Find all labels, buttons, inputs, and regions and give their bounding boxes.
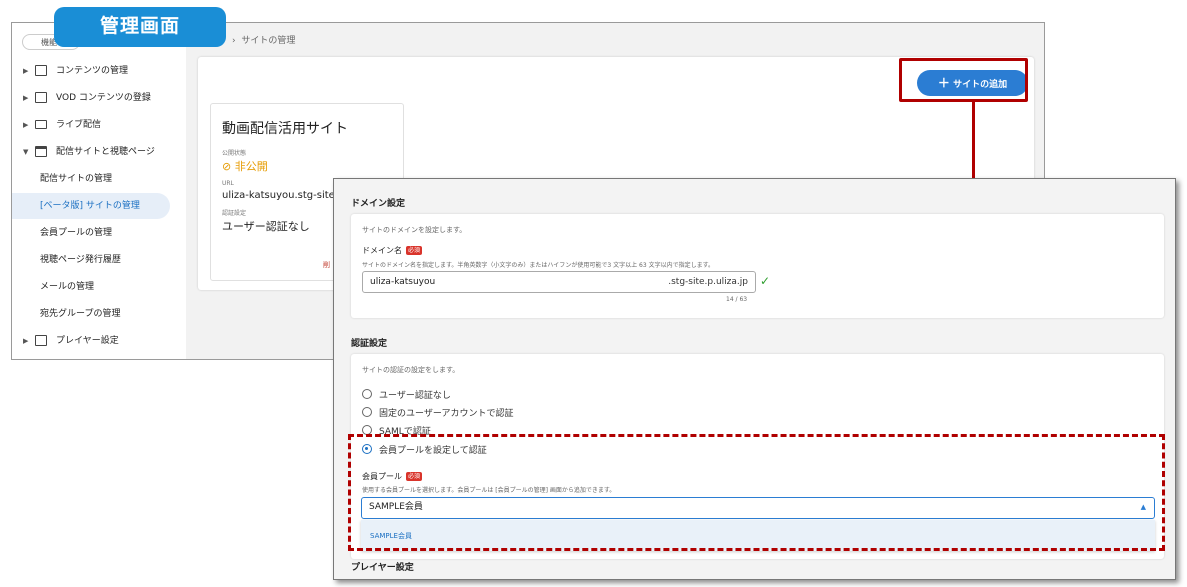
admin-screen-badge: 管理画面 [54, 7, 226, 47]
video-camera-icon [35, 120, 47, 129]
sidebar-item-label: [ベータ版] サイトの管理 [40, 201, 140, 211]
player-settings-icon [35, 335, 47, 346]
chevron-right-icon: ▶ [23, 67, 29, 75]
player-section-title: プレイヤー設定 [351, 563, 414, 573]
sidebar: 機能 ▶ コンテンツの管理 ▶ VOD コンテンツの登録 ▶ ライブ配信 ▼ 配… [12, 23, 186, 359]
domain-field-label: ドメイン名 必須 [362, 245, 423, 256]
sidebar-item-label: 配信サイトの管理 [40, 174, 113, 184]
sidebar-item-label: メールの管理 [40, 282, 95, 292]
domain-suffix: .stg-site.p.uliza.jp [668, 277, 748, 287]
highlight-dashed-box [348, 434, 1165, 551]
breadcrumb: › サイトの管理 [232, 33, 295, 46]
auth-description: サイトの認証の設定をします。 [362, 366, 460, 374]
radio-label: 固定のユーザーアカウントで認証 [379, 409, 514, 419]
url-value: uliza-katsuyou.stg-site.p [222, 190, 345, 201]
domain-section-title: ドメイン設定 [351, 199, 406, 209]
radio-unchecked-icon [362, 389, 372, 399]
status-label: 公開状態 [222, 150, 247, 157]
highlight-outline [899, 58, 1028, 102]
sidebar-item-label: ライブ配信 [56, 120, 102, 130]
domain-panel: サイトのドメインを設定します。 ドメイン名 必須 サイトのドメイン名を指定します。… [351, 214, 1164, 318]
play-box-icon [35, 65, 47, 76]
chevron-right-icon: › [232, 36, 236, 46]
sidebar-item-label: 宛先グループの管理 [40, 309, 121, 319]
status-value: 非公開 [234, 160, 268, 173]
radio-label: ユーザー認証なし [379, 391, 451, 401]
sidebar-item-label: プレイヤー設定 [56, 336, 119, 346]
auth-value: ユーザー認証なし [222, 220, 310, 233]
domain-input-value: uliza-katsuyou [370, 277, 436, 287]
sidebar-item-live[interactable]: ▶ ライブ配信 [12, 112, 186, 138]
check-icon: ✓ [760, 274, 771, 288]
sidebar-item-beta-site-management[interactable]: [ベータ版] サイトの管理 [12, 193, 170, 219]
sidebar-item-recipient-groups[interactable]: 宛先グループの管理 [12, 301, 170, 327]
auth-label: 認証設定 [222, 210, 247, 217]
chevron-right-icon: ▶ [23, 337, 29, 345]
site-title: 動画配信活用サイト [222, 121, 348, 137]
radio-unchecked-icon [362, 407, 372, 417]
sidebar-item-label: 視聴ページ発行履歴 [40, 255, 121, 265]
add-box-icon [35, 92, 47, 103]
chevron-right-icon: ▶ [23, 94, 29, 102]
web-page-icon [35, 146, 47, 157]
delete-link[interactable]: 削 [323, 260, 330, 270]
chevron-down-icon: ▼ [23, 148, 29, 156]
domain-description: サイトのドメインを設定します。 [362, 226, 467, 234]
breadcrumb-current: サイトの管理 [241, 36, 296, 46]
sidebar-item-label: 配信サイトと視聴ページ [56, 147, 155, 157]
domain-label-text: ドメイン名 [362, 246, 402, 255]
sidebar-item-delivery-site-management[interactable]: 配信サイトの管理 [12, 166, 170, 192]
site-settings-window: ドメイン設定 サイトのドメインを設定します。 ドメイン名 必須 サイトのドメイン名… [333, 178, 1176, 580]
sidebar-item-sites-and-pages[interactable]: ▼ 配信サイトと視聴ページ [12, 139, 186, 165]
domain-hint: サイトのドメイン名を指定します。半角英数字（小文字のみ）またはハイフンが使用可能… [362, 262, 714, 269]
sidebar-item-label: コンテンツの管理 [56, 66, 129, 76]
url-label: URL [222, 180, 234, 187]
sidebar-item-content-management[interactable]: ▶ コンテンツの管理 [12, 58, 186, 84]
sidebar-item-vod-registration[interactable]: ▶ VOD コンテンツの登録 [12, 85, 186, 111]
char-counter: 14 / 63 [726, 296, 748, 303]
chevron-right-icon: ▶ [23, 121, 29, 129]
sidebar-item-view-page-history[interactable]: 視聴ページ発行履歴 [12, 247, 170, 273]
sidebar-item-label: 会員プールの管理 [40, 228, 113, 238]
sidebar-item-mail[interactable]: メールの管理 [12, 274, 170, 300]
sidebar-item-player-settings[interactable]: ▶ プレイヤー設定 [12, 328, 186, 354]
required-badge: 必須 [406, 246, 423, 255]
sidebar-item-label: VOD コンテンツの登録 [56, 93, 151, 103]
status-badge: ⊘ 非公開 [222, 158, 268, 174]
sidebar-item-member-pool[interactable]: 会員プールの管理 [12, 220, 170, 246]
auth-section-title: 認証設定 [351, 339, 388, 349]
domain-input[interactable]: uliza-katsuyou .stg-site.p.uliza.jp [362, 271, 756, 293]
prohibited-icon: ⊘ [222, 160, 232, 173]
